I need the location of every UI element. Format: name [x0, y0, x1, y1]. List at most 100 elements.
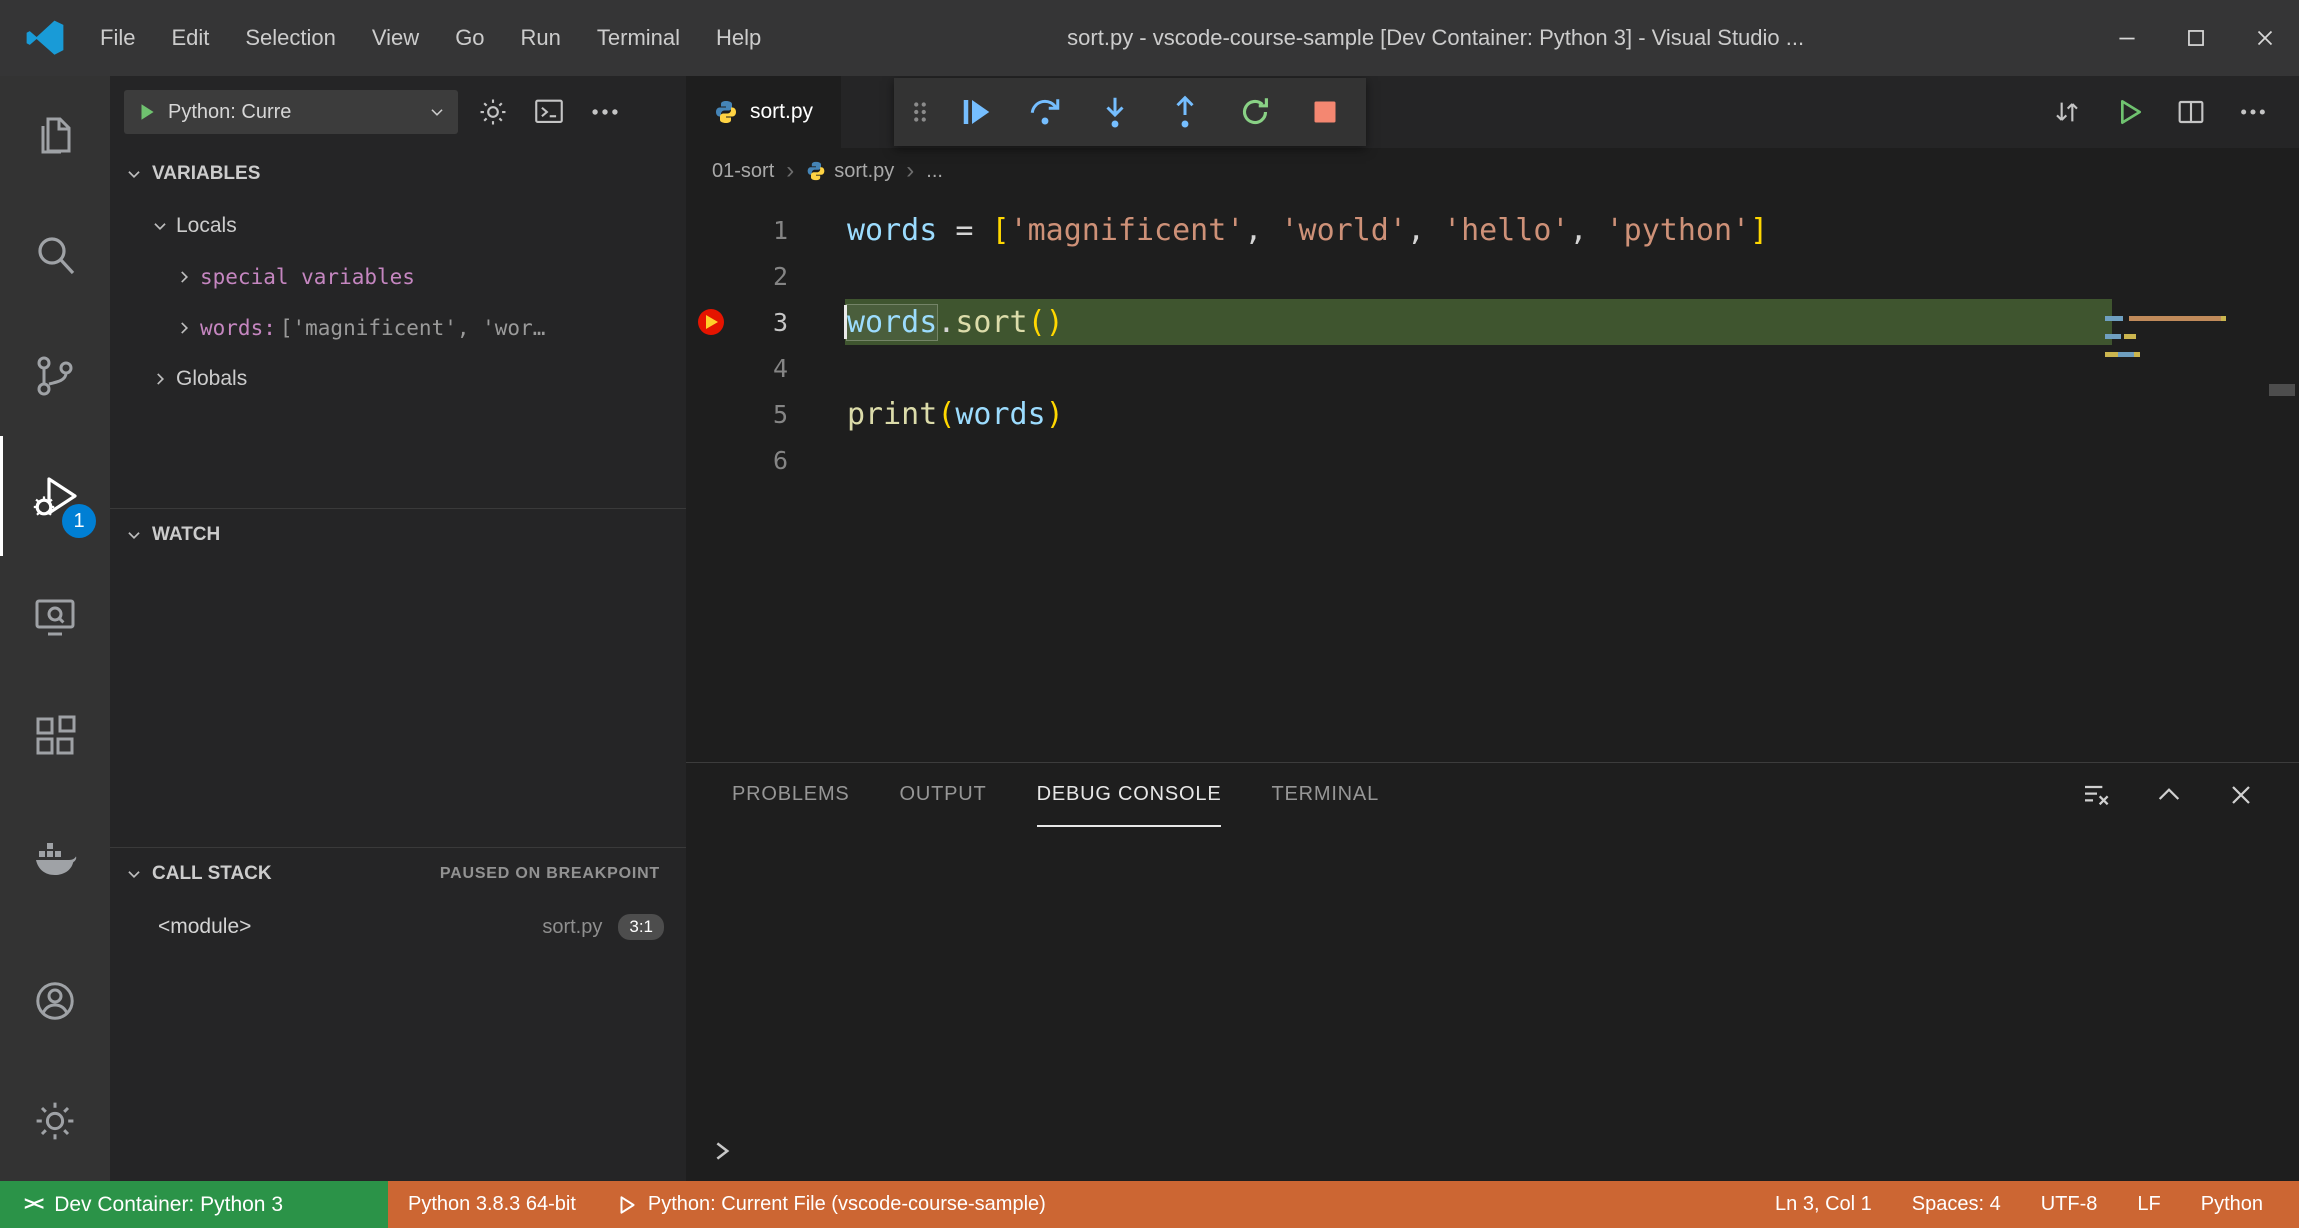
variables-section-header[interactable]: VARIABLES: [110, 148, 686, 200]
activity-source-control[interactable]: [0, 316, 110, 436]
open-debug-console-button[interactable]: [528, 91, 570, 133]
menu-help[interactable]: Help: [698, 0, 779, 76]
stop-button[interactable]: [1290, 82, 1360, 142]
code-line[interactable]: 2: [686, 253, 2299, 299]
files-icon: [31, 112, 79, 160]
tab-sort-py[interactable]: sort.py: [686, 76, 842, 148]
menu-view[interactable]: View: [354, 0, 437, 76]
run-config-item[interactable]: Python: Current File (vscode-course-samp…: [596, 1181, 1066, 1228]
open-launch-config-button[interactable]: [472, 91, 514, 133]
menu-run[interactable]: Run: [503, 0, 579, 76]
menu-edit[interactable]: Edit: [153, 0, 227, 76]
variables-row[interactable]: Globals: [110, 353, 686, 404]
call-stack-frame[interactable]: <module> sort.py 3:1: [110, 900, 686, 954]
step-into-button[interactable]: [1080, 82, 1150, 142]
encoding-item[interactable]: UTF-8: [2021, 1181, 2118, 1228]
call-stack-section-title: CALL STACK: [152, 863, 272, 884]
language-item[interactable]: Python: [2181, 1181, 2283, 1228]
activity-settings[interactable]: [0, 1061, 110, 1181]
breadcrumb-item[interactable]: sort.py: [806, 160, 894, 183]
remote-indicator[interactable]: >< Dev Container: Python 3: [0, 1181, 388, 1228]
play-icon: [616, 1194, 638, 1216]
breadcrumb-item[interactable]: 01-sort: [712, 160, 774, 183]
code-token: (: [937, 396, 956, 432]
indentation-item[interactable]: Spaces: 4: [1892, 1181, 2021, 1228]
menu-go[interactable]: Go: [437, 0, 502, 76]
activity-docker[interactable]: [0, 796, 110, 916]
clear-console-button[interactable]: [2081, 779, 2113, 811]
breadcrumb-label: 01-sort: [712, 159, 775, 182]
continue-button[interactable]: [940, 82, 1010, 142]
step-into-icon: [1097, 94, 1133, 130]
step-out-button[interactable]: [1150, 82, 1220, 142]
status-bar: >< Dev Container: Python 3 Python 3.8.3 …: [0, 1181, 2299, 1228]
code-line[interactable]: 4: [686, 345, 2299, 391]
watch-section: WATCH: [110, 508, 686, 847]
activity-accounts[interactable]: [0, 941, 110, 1061]
run-python-file-button[interactable]: [2113, 96, 2145, 128]
debug-console-icon: [532, 95, 566, 129]
python-interpreter-item[interactable]: Python 3.8.3 64-bit: [388, 1181, 596, 1228]
breadcrumb-item[interactable]: ...: [926, 160, 943, 183]
code-line[interactable]: 3 words. sort(): [686, 299, 2299, 345]
code-line[interactable]: 5 print(words): [686, 391, 2299, 437]
debug-toolbar-drag-handle[interactable]: [900, 82, 940, 142]
activity-remote-explorer[interactable]: [0, 556, 110, 676]
open-changes-button[interactable]: [2051, 96, 2083, 128]
call-stack-frames: <module> sort.py 3:1: [110, 900, 686, 954]
panel-tab-bar: PROBLEMS OUTPUT DEBUG CONSOLE TERMINAL: [686, 763, 2299, 827]
panel-tab-output[interactable]: OUTPUT: [900, 763, 987, 827]
code-lines: 1 words = ['magnificent', 'world', 'hello…: [686, 207, 2299, 483]
activity-run-debug[interactable]: 1: [0, 436, 110, 556]
editor-actions: [2051, 76, 2299, 148]
minimap[interactable]: [2105, 316, 2255, 406]
remote-icon: ><: [24, 1193, 44, 1215]
title-bar: File Edit Selection View Go Run Terminal Help s…: [0, 0, 2299, 76]
menu-selection[interactable]: Selection: [227, 0, 354, 76]
debug-config-dropdown[interactable]: Python: Curre: [124, 90, 458, 134]
restart-button[interactable]: [1220, 82, 1290, 142]
code-line[interactable]: 6: [686, 437, 2299, 483]
code-line[interactable]: 1 words = ['magnificent', 'world', 'hello…: [686, 207, 2299, 253]
activity-explorer[interactable]: [0, 76, 110, 196]
variables-row[interactable]: Locals: [110, 200, 686, 251]
split-editor-button[interactable]: [2175, 96, 2207, 128]
debug-continue-icon: [957, 94, 993, 130]
debug-console-input[interactable]: [686, 1129, 2299, 1173]
panel-tab-debug-console[interactable]: DEBUG CONSOLE: [1036, 763, 1222, 827]
step-over-button[interactable]: [1010, 82, 1080, 142]
debug-toolbar: [894, 78, 1366, 146]
paused-on-breakpoint-status: PAUSED ON BREAKPOINT: [439, 865, 660, 882]
code-editor[interactable]: 1 words = ['magnificent', 'world', 'hello…: [686, 194, 2299, 483]
watch-section-header[interactable]: WATCH: [110, 509, 686, 561]
maximize-button[interactable]: [2161, 0, 2230, 76]
chevron-right-icon: [172, 265, 196, 289]
code-token: words: [847, 212, 938, 248]
frame-position-badge: 3:1: [618, 914, 664, 940]
minimize-button[interactable]: [2092, 0, 2161, 76]
code-token: 'magnificent': [1009, 212, 1245, 248]
line-col-item[interactable]: Ln 3, Col 1: [1755, 1181, 1892, 1228]
activity-search[interactable]: [0, 196, 110, 316]
debug-more-actions-button[interactable]: [584, 91, 626, 133]
maximize-panel-button[interactable]: [2153, 779, 2185, 811]
menu-terminal[interactable]: Terminal: [579, 0, 698, 76]
status-item-label: Python 3.8.3 64-bit: [408, 1193, 576, 1215]
close-panel-button[interactable]: [2225, 779, 2257, 811]
editor-more-actions-button[interactable]: [2237, 96, 2269, 128]
variables-row[interactable]: special variables: [110, 251, 686, 302]
variables-row[interactable]: words: ['magnificent', 'wor…: [110, 302, 686, 353]
call-stack-section-header[interactable]: CALL STACK PAUSED ON BREAKPOINT: [110, 848, 686, 900]
activity-extensions[interactable]: [0, 676, 110, 796]
panel-tab-terminal[interactable]: TERMINAL: [1271, 763, 1379, 827]
panel-tab-problems[interactable]: PROBLEMS: [732, 763, 850, 827]
tab-label: sort.py: [750, 100, 814, 123]
gutter-glyph-margin[interactable]: [686, 309, 736, 335]
start-debug-button[interactable]: [136, 101, 158, 123]
menu-file[interactable]: File: [82, 0, 153, 76]
close-button[interactable]: [2230, 0, 2299, 76]
scrollbar-thumb[interactable]: [2269, 384, 2295, 396]
ellipsis-icon: [588, 95, 622, 129]
eol-item[interactable]: LF: [2117, 1181, 2180, 1228]
debug-restart-icon: [1237, 94, 1273, 130]
